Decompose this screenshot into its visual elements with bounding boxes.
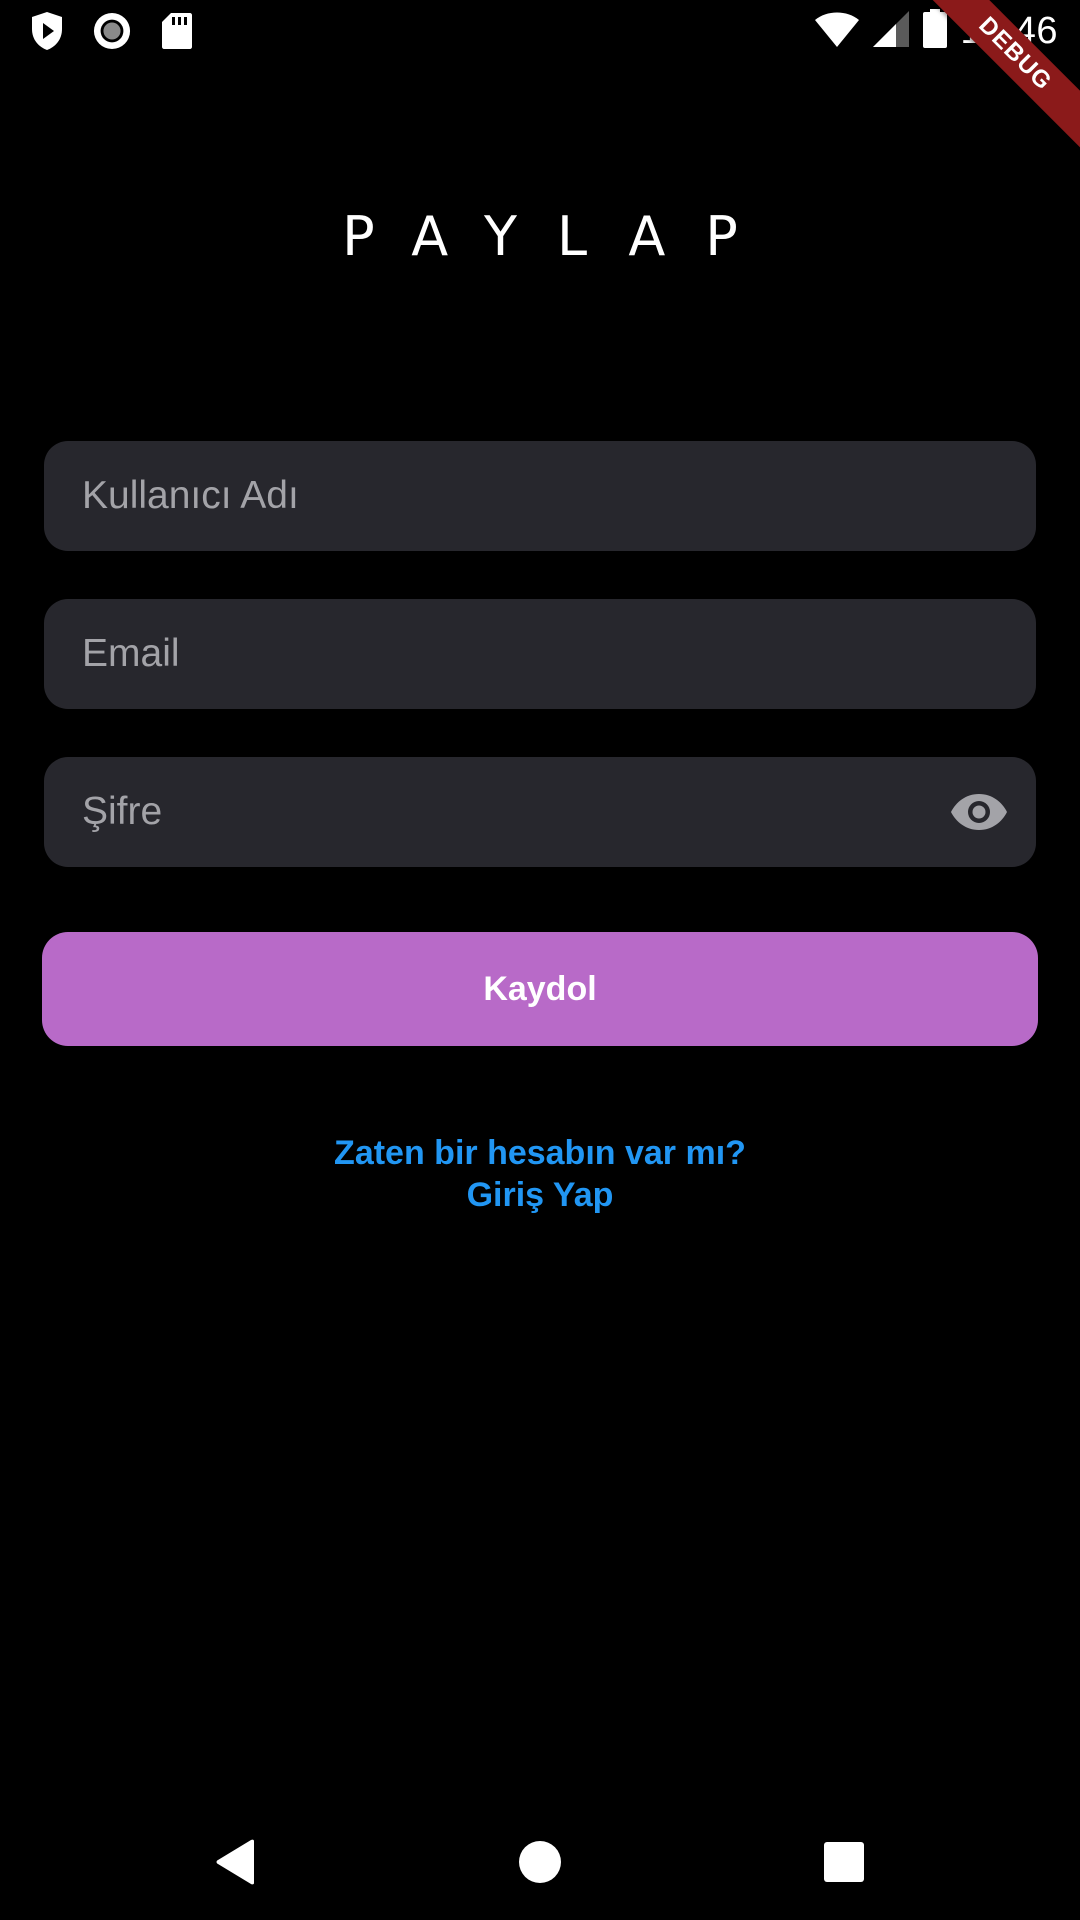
- username-field: [44, 441, 1036, 551]
- eye-icon: [951, 794, 1007, 830]
- password-visibility-toggle[interactable]: [950, 787, 1008, 837]
- status-bar-notifications: [28, 10, 196, 52]
- record-icon: [93, 10, 131, 52]
- login-prompt-text: Zaten bir hesabın var mı?: [334, 1134, 746, 1172]
- navigation-bar: [0, 1800, 1080, 1920]
- home-icon: [519, 1841, 561, 1883]
- register-button[interactable]: Kaydol: [42, 932, 1038, 1046]
- password-field: [44, 757, 1036, 867]
- status-bar: 10:46: [0, 0, 1080, 63]
- home-button[interactable]: [510, 1832, 570, 1892]
- email-field: [44, 599, 1036, 709]
- recents-button[interactable]: [814, 1832, 874, 1892]
- login-action-text: Giriş Yap: [466, 1176, 614, 1214]
- back-button[interactable]: [206, 1832, 266, 1892]
- email-input[interactable]: [44, 599, 1036, 709]
- password-input[interactable]: [44, 757, 1036, 867]
- recents-icon: [824, 1842, 864, 1882]
- back-icon: [216, 1839, 254, 1885]
- signal-icon: [872, 10, 910, 53]
- username-input[interactable]: [44, 441, 1036, 551]
- shield-play-icon: [28, 10, 66, 52]
- app-title: PAYLAP: [342, 205, 778, 268]
- wifi-icon: [814, 10, 860, 53]
- sd-card-icon: [158, 10, 196, 52]
- login-link[interactable]: Zaten bir hesabın var mı? Giriş Yap: [0, 1132, 1080, 1216]
- battery-icon: [922, 8, 948, 54]
